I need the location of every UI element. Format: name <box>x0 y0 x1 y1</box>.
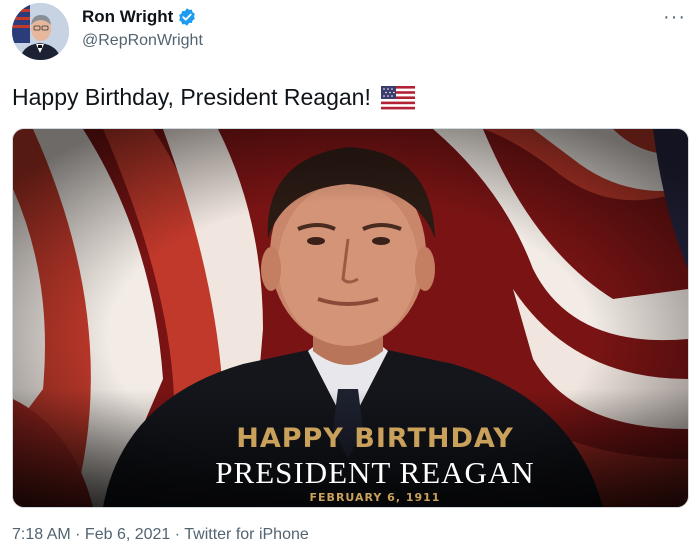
verified-badge-icon <box>177 7 197 27</box>
meta-separator: · <box>70 526 85 543</box>
more-options-icon[interactable]: ··· <box>663 6 686 29</box>
tweet-time[interactable]: 7:18 AM <box>12 526 71 543</box>
media-date: FEBRUARY 6, 1911 <box>309 491 441 504</box>
avatar[interactable] <box>12 3 69 60</box>
us-flag-icon <box>380 85 415 110</box>
tweet-text: Happy Birthday, President Reagan! <box>12 84 415 111</box>
tweet-date[interactable]: Feb 6, 2021 <box>85 526 170 543</box>
display-name[interactable]: Ron Wright <box>82 7 173 27</box>
tweet-text-content: Happy Birthday, President Reagan! <box>12 84 371 110</box>
meta-separator: · <box>170 526 185 543</box>
tweet-card: Ron Wright @RepRonWright ··· Happy Birth… <box>0 0 700 549</box>
author-name-row[interactable]: Ron Wright <box>82 7 197 27</box>
tweet-source[interactable]: Twitter for iPhone <box>184 526 309 543</box>
tweet-metadata: 7:18 AM · Feb 6, 2021 · Twitter for iPho… <box>12 526 309 544</box>
tweet-media-image[interactable]: HAPPY BIRTHDAY PRESIDENT REAGAN FEBRUARY… <box>12 128 689 508</box>
media-headline: HAPPY BIRTHDAY <box>236 423 514 454</box>
author-handle[interactable]: @RepRonWright <box>82 32 203 50</box>
media-subheadline: PRESIDENT REAGAN <box>215 455 535 490</box>
